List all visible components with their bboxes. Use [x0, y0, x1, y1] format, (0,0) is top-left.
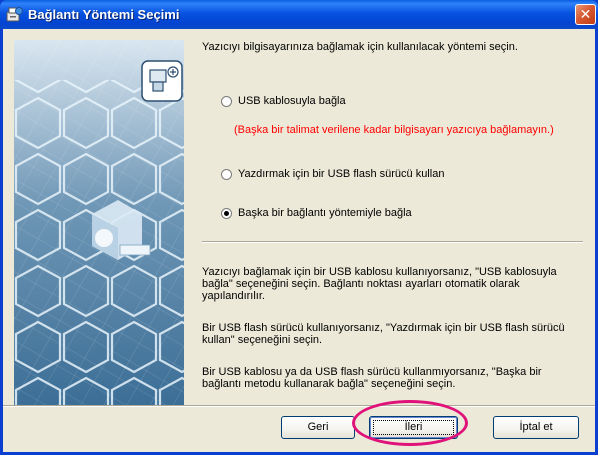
option-usb-cable[interactable]: USB kablosuyla bağla	[221, 94, 346, 108]
close-button[interactable]: ✕	[575, 4, 596, 25]
option-usb-flash[interactable]: Yazdırmak için bir USB flash sürücü kull…	[221, 167, 444, 181]
hexagon-banner-image	[14, 40, 184, 405]
back-button[interactable]: Geri	[281, 416, 355, 439]
back-button-label[interactable]: Geri	[308, 421, 329, 433]
option-other-connection-label[interactable]: Başka bir bağlantı yöntemiyle bağla	[238, 207, 412, 219]
radio-usb-flash[interactable]	[221, 168, 232, 180]
cancel-button[interactable]: İptal et	[493, 416, 579, 439]
cancel-button-label[interactable]: İptal et	[519, 421, 552, 433]
option-other-connection[interactable]: Başka bir bağlantı yöntemiyle bağla	[221, 206, 412, 220]
next-button[interactable]: İleri	[369, 416, 458, 439]
warning-text: (Başka bir talimat verilene kadar bilgis…	[234, 124, 554, 136]
description-usb-cable: Yazıcıyı bağlamak için bir USB kablosu k…	[202, 266, 557, 302]
dialog-client-area: Yazıcıyı bilgisayarınıza bağlamak için k…	[3, 29, 595, 452]
footer-divider	[3, 405, 595, 407]
radio-other-connection[interactable]	[221, 207, 232, 219]
side-banner	[14, 40, 184, 405]
description-usb-flash: Bir USB flash sürücü kullanıyorsanız, "Y…	[202, 322, 565, 346]
content-divider	[202, 241, 583, 243]
dialog-window: Bağlantı Yöntemi Seçimi ✕ Yazıcıyı bilgi…	[0, 0, 598, 455]
close-icon: ✕	[579, 6, 592, 22]
setup-wizard-icon	[6, 7, 23, 22]
radio-usb-cable[interactable]	[221, 95, 232, 107]
option-usb-flash-label[interactable]: Yazdırmak için bir USB flash sürücü kull…	[238, 168, 444, 180]
description-other-connection: Bir USB kablosu ya da USB flash sürücü k…	[202, 366, 542, 390]
next-button-label[interactable]: İleri	[405, 421, 423, 433]
title-bar[interactable]: Bağlantı Yöntemi Seçimi ✕	[0, 0, 598, 29]
option-usb-cable-label[interactable]: USB kablosuyla bağla	[238, 95, 346, 107]
intro-text: Yazıcıyı bilgisayarınıza bağlamak için k…	[202, 41, 518, 53]
window-title: Bağlantı Yöntemi Seçimi	[28, 7, 180, 22]
